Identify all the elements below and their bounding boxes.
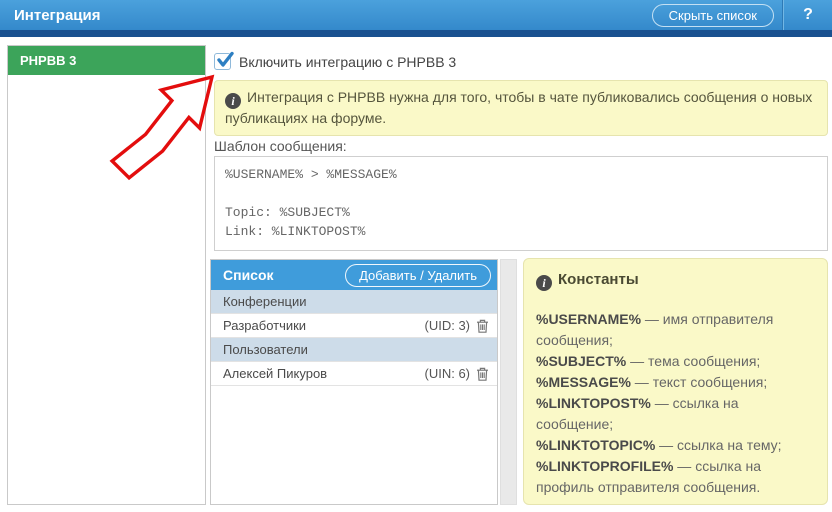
constants-list: %USERNAME% — имя отправителя сообщения; … (536, 309, 815, 498)
list-row-label: Конференции (223, 294, 489, 309)
enable-integration-row: Включить интеграцию с PHPBB 3 (214, 53, 456, 70)
help-button[interactable]: ? (784, 0, 832, 30)
delete-row-button[interactable] (476, 367, 489, 381)
constant-name: %USERNAME% (536, 311, 641, 327)
list-row[interactable]: Разработчики (UID: 3) (211, 314, 497, 338)
constant-description: — тема сообщения; (626, 353, 760, 369)
template-label: Шаблон сообщения: (214, 138, 347, 154)
integration-settings-window: Интеграция Скрыть список ? PHPBB 3 Включ… (0, 0, 832, 512)
constant-entry: %LINKTOPROFILE% — ссылка на профиль отпр… (536, 456, 815, 498)
checkmark-icon (216, 51, 236, 71)
constant-name: %SUBJECT% (536, 353, 626, 369)
integration-info-note: iИнтеграция с PHPBB нужна для того, чтоб… (214, 80, 828, 136)
header-controls: Скрыть список ? (652, 0, 832, 30)
list-row-label: Пользователи (223, 342, 489, 357)
add-remove-button[interactable]: Добавить / Удалить (345, 264, 491, 287)
delete-row-button[interactable] (476, 319, 489, 333)
constant-entry: %LINKTOTOPIC% — ссылка на тему; (536, 435, 815, 456)
list-rows: Конференции Разработчики (UID: 3) (211, 290, 497, 386)
constant-entry: %MESSAGE% — текст сообщения; (536, 372, 815, 393)
list-panel-header: Список Добавить / Удалить (211, 260, 497, 290)
enable-integration-checkbox[interactable] (214, 53, 231, 70)
constant-description: — текст сообщения; (631, 374, 767, 390)
constant-name: %LINKTOPOST% (536, 395, 651, 411)
header-accent-bar (0, 30, 832, 37)
list-row[interactable]: Алексей Пикуров (UIN: 6) (211, 362, 497, 386)
info-icon: i (225, 93, 241, 109)
constant-entry: %SUBJECT% — тема сообщения; (536, 351, 815, 372)
list-panel: Список Добавить / Удалить Конференции Ра… (210, 259, 498, 505)
list-panel-title: Список (223, 267, 274, 283)
panel-splitter[interactable] (500, 259, 517, 505)
sidebar-item-phpbb3[interactable]: PHPBB 3 (8, 46, 205, 75)
constant-name: %LINKTOPROFILE% (536, 458, 673, 474)
integration-list-sidebar: PHPBB 3 (7, 45, 206, 505)
list-row-id: (UIN: 6) (425, 366, 471, 381)
constant-description: — ссылка на тему; (655, 437, 781, 453)
list-row-label: Разработчики (223, 318, 425, 333)
trash-icon (476, 319, 489, 333)
message-template-input[interactable]: %USERNAME% > %MESSAGE% Topic: %SUBJECT% … (214, 156, 828, 251)
trash-icon (476, 367, 489, 381)
enable-integration-label: Включить интеграцию с PHPBB 3 (239, 54, 456, 70)
constant-name: %LINKTOTOPIC% (536, 437, 655, 453)
hide-list-button[interactable]: Скрыть список (652, 4, 774, 27)
window-header: Интеграция Скрыть список ? (0, 0, 832, 30)
info-note-text: Интеграция с PHPBB нужна для того, чтобы… (225, 89, 812, 126)
list-row-label: Алексей Пикуров (223, 366, 425, 381)
constant-entry: %USERNAME% — имя отправителя сообщения; (536, 309, 815, 351)
list-row[interactable]: Конференции (211, 290, 497, 314)
list-row[interactable]: Пользователи (211, 338, 497, 362)
constant-entry: %LINKTOPOST% — ссылка на сообщение; (536, 393, 815, 435)
constants-title: iКонстанты (536, 269, 815, 291)
page-title: Интеграция (0, 7, 652, 24)
list-row-id: (UID: 3) (425, 318, 471, 333)
constant-name: %MESSAGE% (536, 374, 631, 390)
constants-panel: iКонстанты %USERNAME% — имя отправителя … (523, 258, 828, 505)
info-icon: i (536, 275, 552, 291)
